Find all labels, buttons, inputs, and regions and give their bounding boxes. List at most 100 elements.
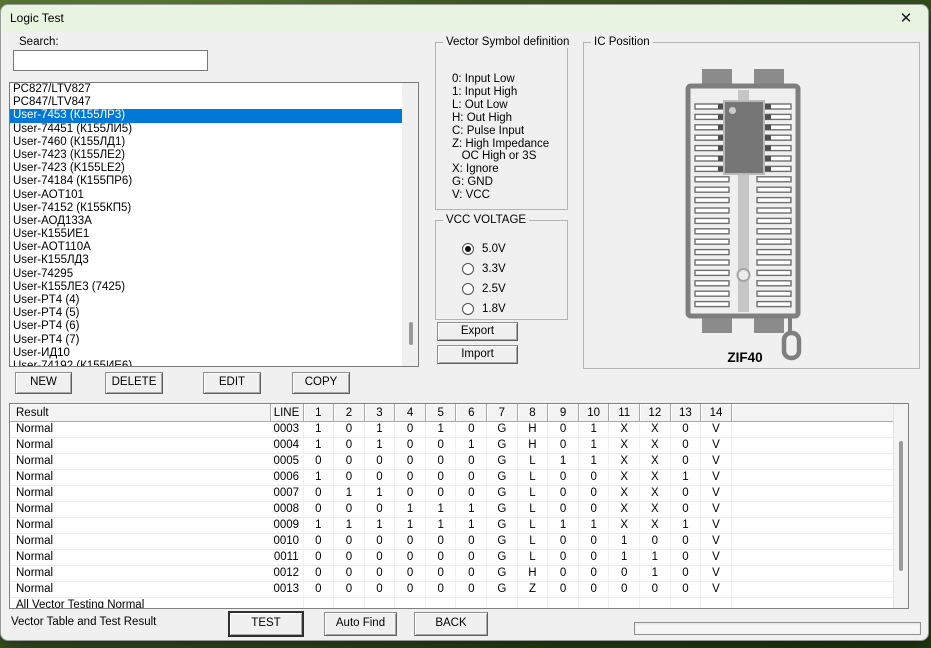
table-scrollbar[interactable] [893,404,908,608]
list-item[interactable]: User-AOT101 [10,189,418,202]
table-header-cell[interactable]: 8 [517,404,548,422]
table-header-cell[interactable]: 1 [303,404,334,422]
table-header-cell[interactable]: 4 [395,404,426,422]
list-item[interactable]: User-AOT110A [10,241,418,254]
list-item[interactable]: User-PT4 (5) [10,307,418,320]
radio-icon[interactable] [462,283,474,295]
pin-cell: 0 [425,470,456,486]
table-row[interactable]: Normal0012000000GH00010V [10,566,895,582]
socket-screw-hole [738,269,750,281]
table-header-cell[interactable]: 14 [701,404,732,422]
list-scrollbar-thumb[interactable] [409,322,413,345]
import-button[interactable]: Import [437,345,518,364]
table-header-cell[interactable]: 11 [609,404,640,422]
list-item[interactable]: PC847/LTV847 [10,96,418,109]
new-button[interactable]: NEW [15,372,72,394]
test-button[interactable]: TEST [229,612,303,636]
list-item[interactable]: User-ИД10 [10,347,418,360]
list-item[interactable]: User-74451 (К155ЛИ5) [10,123,418,136]
line-cell: 0005 [270,454,303,470]
list-item[interactable]: User-7460 (К155ЛД1) [10,136,418,149]
search-input[interactable] [13,50,208,71]
radio-icon[interactable] [462,243,474,255]
list-item[interactable]: User-К155ЛД3 [10,254,418,267]
vcc-option[interactable]: 2.5V [462,282,506,296]
table-row[interactable]: Normal0006100000GL00XX1V [10,470,895,486]
pin-cell: V [701,534,732,550]
table-header-cell[interactable]: LINE [270,404,303,422]
filler-cell [731,486,895,502]
close-icon[interactable]: ✕ [896,9,916,29]
list-item[interactable]: User-К155ИЕ1 [10,228,418,241]
table-header-cell[interactable]: 9 [548,404,579,422]
list-item[interactable]: User-74184 (К155ПР6) [10,175,418,188]
pin-cell [395,598,426,610]
list-item[interactable]: User-74295 [10,268,418,281]
list-item[interactable]: User-74152 (К155КП5) [10,202,418,215]
table-row[interactable]: Normal0003101010GH01XX0V [10,422,895,438]
delete-button[interactable]: DELETE [105,372,163,394]
list-item[interactable]: User-7453 (К155ЛР3) [10,109,418,122]
pin-cell: V [701,486,732,502]
list-item[interactable]: PC827/LTV827 [10,83,418,96]
table-header-cell[interactable]: 3 [364,404,395,422]
vcc-option[interactable]: 3.3V [462,262,506,276]
table-header-cell[interactable]: 10 [578,404,609,422]
radio-icon[interactable] [462,263,474,275]
list-item[interactable]: User-7423 (K155LE2) [10,162,418,175]
auto-find-button[interactable]: Auto Find [324,612,397,636]
vcc-option[interactable]: 1.8V [462,302,506,316]
vector-table[interactable]: ResultLINE1234567891011121314 Normal0003… [9,403,909,609]
table-row[interactable]: Normal0008000111GL00XX0V [10,502,895,518]
list-item[interactable]: User-PT4 (6) [10,320,418,333]
list-item[interactable]: User-74192 (К155ИЕ6) [10,360,418,367]
copy-button[interactable]: COPY [292,372,350,394]
list-item[interactable]: User-К155ЛЕ3 (7425) [10,281,418,294]
pin-cell: 0 [548,438,579,454]
table-row[interactable]: Normal0009111111GL11XX1V [10,518,895,534]
title-bar[interactable]: Logic Test ✕ [1,5,928,31]
table-row[interactable]: Normal0013000000GZ00000V [10,582,895,598]
pin-cell: 0 [670,550,701,566]
back-button[interactable]: BACK [414,612,488,636]
edit-button[interactable]: EDIT [203,372,261,394]
list-scrollbar[interactable] [402,83,418,366]
list-item[interactable]: User-7423 (К155ЛЕ2) [10,149,418,162]
export-button[interactable]: Export [437,322,518,341]
bottom-label: Vector Table and Test Result [11,616,156,628]
table-header-cell[interactable]: 12 [640,404,671,422]
table-row[interactable]: Normal0007011000GL00XX0V [10,486,895,502]
table-row[interactable]: Normal0005000000GL11XX0V [10,454,895,470]
pin-cell: 0 [578,502,609,518]
legend-line: Z: High Impedance [452,138,549,151]
table-header-cell[interactable]: 13 [670,404,701,422]
pin-cell: G [487,502,518,518]
pin-cell: V [701,582,732,598]
table-header-cell[interactable]: Result [10,404,270,422]
table-row[interactable]: Normal0004101001GH01XX0V [10,438,895,454]
pin-cell: G [487,486,518,502]
vcc-option[interactable]: 5.0V [462,242,506,256]
table-row[interactable]: All Vector Testing Normal [10,598,895,610]
pin-cell: 1 [303,438,334,454]
list-item[interactable]: User-АОД133А [10,215,418,228]
device-list[interactable]: PC827/LTV827PC847/LTV847User-7453 (К155Л… [9,82,419,367]
pin-cell: 0 [670,566,701,582]
list-item[interactable]: User-PT4 (7) [10,334,418,347]
vector-symbol-groupbox: Vector Symbol definition 0: Input Low1: … [435,42,568,210]
list-item[interactable]: User-PT4 (4) [10,294,418,307]
table-header-cell[interactable]: 5 [425,404,456,422]
pin-cell: X [640,518,671,534]
table-row[interactable]: Normal0010000000GL00100V [10,534,895,550]
table-header-cell[interactable]: 7 [487,404,518,422]
table-row[interactable]: Normal0011000000GL00110V [10,550,895,566]
table-scrollbar-thumb[interactable] [899,441,903,571]
pin-cell: 1 [364,518,395,534]
radio-label: 5.0V [482,243,506,255]
pin-cell: 1 [334,486,365,502]
pin-cell: 0 [395,582,426,598]
table-header-cell[interactable]: 2 [334,404,365,422]
table-header-cell[interactable]: 6 [456,404,487,422]
line-cell: 0008 [270,502,303,518]
radio-icon[interactable] [462,303,474,315]
